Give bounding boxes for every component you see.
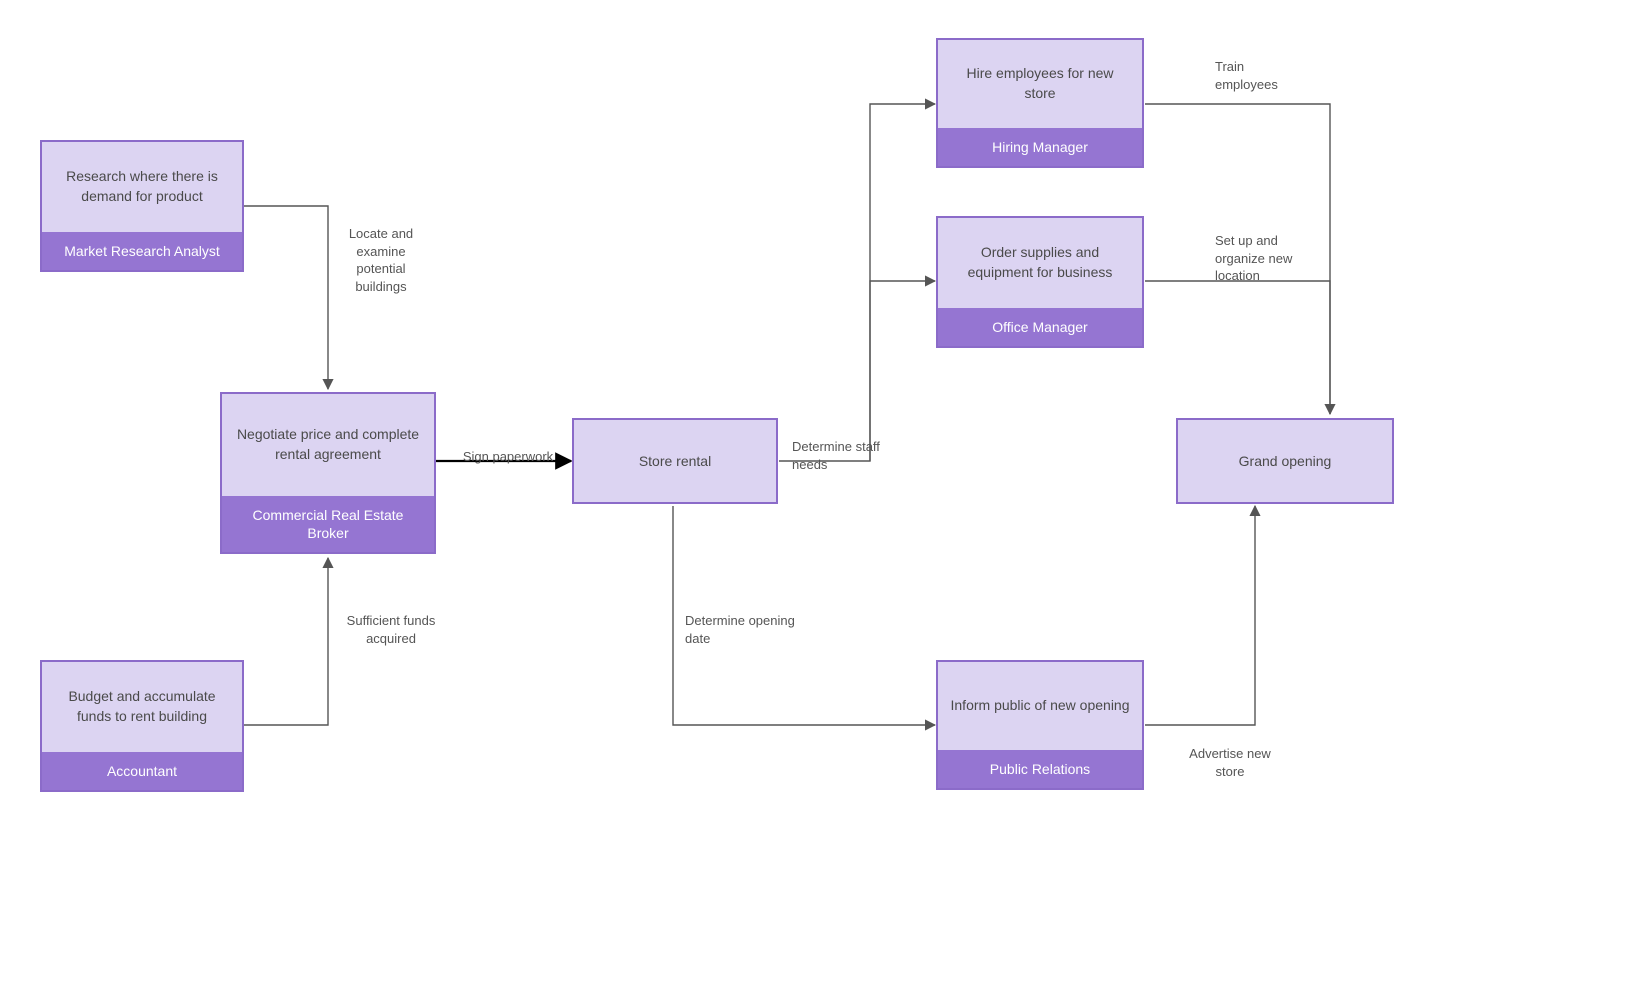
node-role: Commercial Real Estate Broker	[222, 496, 434, 552]
node-label: Grand opening	[1239, 453, 1332, 469]
node-pr: Inform public of new opening Public Rela…	[936, 660, 1144, 790]
node-task: Budget and accumulate funds to rent buil…	[42, 662, 242, 752]
edge-label-sign: Sign paperwork	[452, 448, 564, 466]
node-grand-opening: Grand opening	[1176, 418, 1394, 504]
edge-label-funds: Sufficient funds acquired	[336, 612, 446, 647]
node-task: Research where there is demand for produ…	[42, 142, 242, 232]
node-market-research: Research where there is demand for produ…	[40, 140, 244, 272]
edge-label-staff: Determine staff needs	[792, 438, 912, 473]
node-office: Order supplies and equipment for busines…	[936, 216, 1144, 348]
edge-label-locate: Locate and examine potential buildings	[336, 225, 426, 295]
node-task: Negotiate price and complete rental agre…	[222, 394, 434, 496]
edge-label-train: Train employees	[1215, 58, 1305, 93]
node-role: Market Research Analyst	[42, 232, 242, 270]
node-accountant: Budget and accumulate funds to rent buil…	[40, 660, 244, 792]
node-store-rental: Store rental	[572, 418, 778, 504]
edge-label-advert: Advertise new store	[1175, 745, 1285, 780]
node-hiring: Hire employees for new store Hiring Mana…	[936, 38, 1144, 168]
node-label: Store rental	[639, 453, 711, 469]
node-role: Accountant	[42, 752, 242, 790]
node-role: Office Manager	[938, 308, 1142, 346]
node-task: Inform public of new opening	[938, 662, 1142, 750]
node-role: Hiring Manager	[938, 128, 1142, 166]
edge-label-setup: Set up and organize new location	[1215, 232, 1311, 285]
node-task: Hire employees for new store	[938, 40, 1142, 128]
node-task: Order supplies and equipment for busines…	[938, 218, 1142, 308]
node-role: Public Relations	[938, 750, 1142, 788]
node-broker: Negotiate price and complete rental agre…	[220, 392, 436, 554]
edge-label-date: Determine opening date	[685, 612, 795, 647]
